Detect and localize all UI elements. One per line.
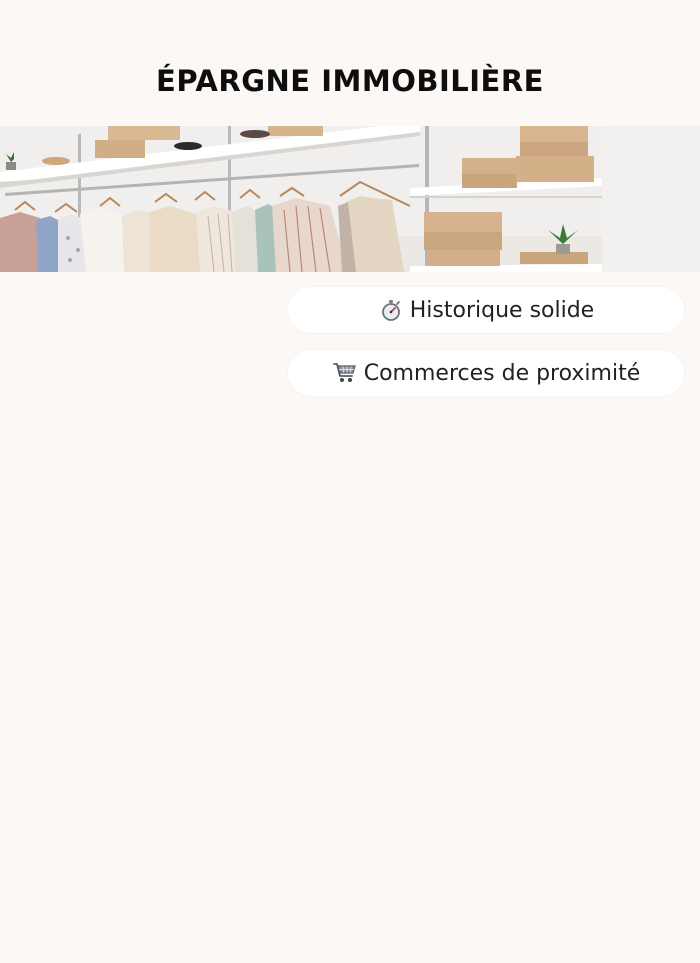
feature-pill-historique: Historique solide	[288, 287, 684, 333]
hero-image	[0, 126, 700, 272]
feature-label: Historique solide	[409, 297, 595, 323]
shopping-cart-icon	[332, 360, 358, 386]
feature-label: Commerces de proximité	[363, 360, 641, 386]
stopwatch-icon	[378, 297, 404, 323]
feature-pill-commerces: Commerces de proximité	[288, 350, 684, 396]
page-title: ÉPARGNE IMMOBILIÈRE	[156, 64, 544, 98]
